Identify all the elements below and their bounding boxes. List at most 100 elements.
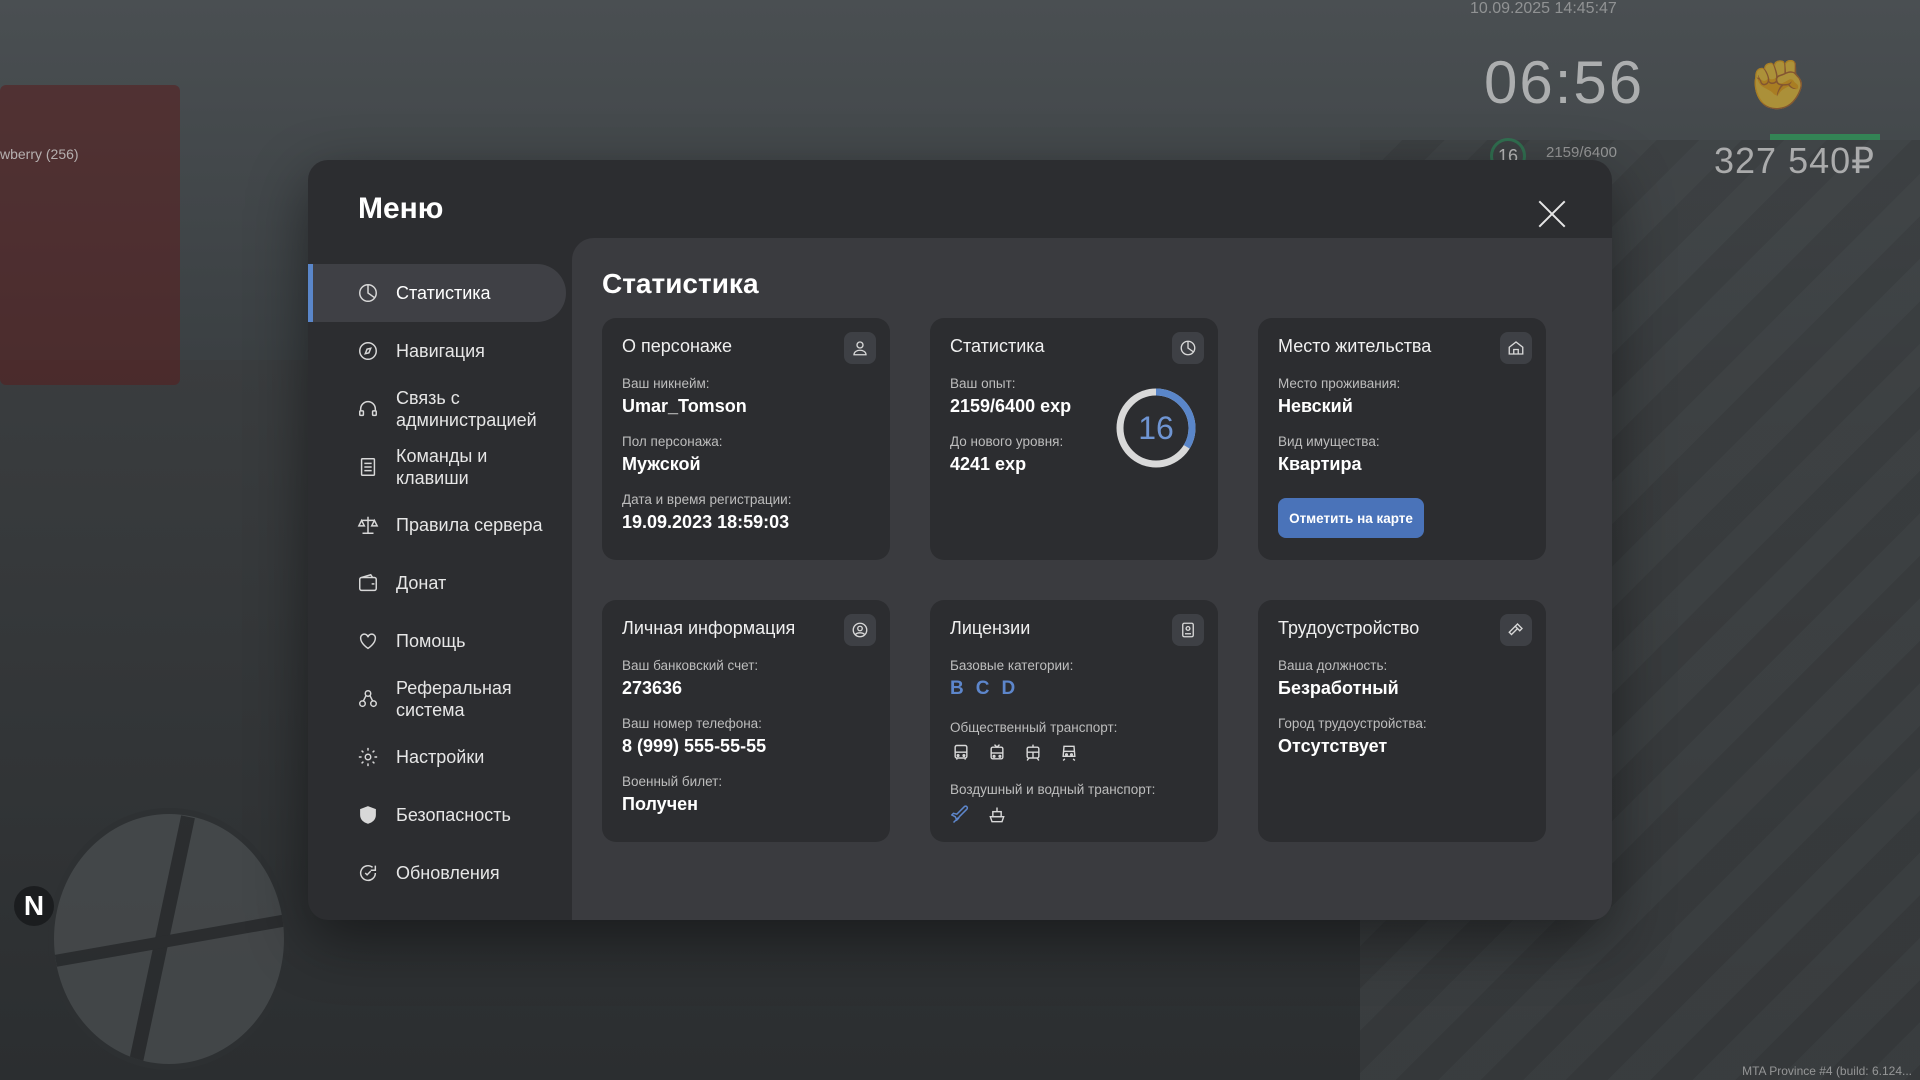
military-id-label: Военный билет: [622, 774, 723, 789]
card-title: Место жительства [1278, 336, 1432, 356]
boat-icon [986, 804, 1008, 826]
sidebar-item-label: Помощь [396, 631, 466, 651]
air-water-transport-icons [950, 804, 1008, 826]
document-list-icon [356, 455, 380, 479]
registration-label: Дата и время регистрации: [622, 492, 792, 507]
minimap-north-indicator: N [14, 886, 54, 926]
residence-card: Место жительства Место проживания: Невск… [1258, 318, 1546, 560]
id-badge-icon [1172, 614, 1204, 646]
train-icon [1058, 742, 1080, 764]
sidebar-item-label: Настройки [396, 747, 485, 767]
shield-icon [356, 803, 380, 827]
personal-info-card: Личная информация Ваш банковский счет: 2… [602, 600, 890, 842]
registration-value: 19.09.2023 18:59:03 [622, 512, 790, 532]
nickname-value: Umar_Tomson [622, 396, 747, 416]
job-position-value: Безработный [1278, 678, 1399, 698]
sidebar-item-admin-contact[interactable]: Связь с администрацией [308, 380, 566, 438]
plane-icon [950, 804, 972, 826]
sidebar-item-label: Навигация [396, 341, 485, 361]
job-city-label: Город трудоустройства: [1278, 716, 1427, 731]
pie-chart-icon [356, 281, 380, 305]
sidebar-item-label: Статистика [396, 283, 491, 303]
sidebar-item-label: Донат [396, 573, 447, 593]
sidebar-item-help[interactable]: Помощь [308, 612, 566, 670]
close-button[interactable] [1532, 194, 1572, 234]
category-b: B [950, 678, 964, 699]
character-card: О персонаже Ваш никнейм: Umar_Tomson Пол… [602, 318, 890, 560]
next-level-label: До нового уровня: [950, 434, 1064, 449]
content-panel: Статистика О персонаже Ваш никнейм: Umar… [572, 238, 1612, 920]
phone-label: Ваш номер телефона: [622, 716, 762, 731]
public-transport-icons [950, 742, 1080, 764]
hud-exp: 2159/6400 [1546, 144, 1617, 161]
base-categories-label: Базовые категории: [950, 658, 1074, 673]
card-title: О персонаже [622, 336, 732, 356]
sidebar-item-statistics[interactable]: Статистика [308, 264, 566, 322]
sidebar-item-navigation[interactable]: Навигация [308, 322, 566, 380]
sidebar: Статистика Навигация Связь с администрац… [308, 264, 566, 902]
military-id-value: Получен [622, 794, 699, 814]
property-type-label: Вид имущества: [1278, 434, 1380, 449]
property-type-value: Квартира [1278, 454, 1362, 474]
next-level-value: 4241 exp [950, 454, 1027, 474]
licenses-card: Лицензии Базовые категории: B C D Общест… [930, 600, 1218, 842]
user-circle-icon [844, 614, 876, 646]
level-number: 16 [1138, 409, 1174, 446]
sidebar-item-donate[interactable]: Донат [308, 554, 566, 612]
sidebar-item-label: Безопасность [396, 805, 511, 825]
bus-icon [950, 742, 972, 764]
exp-label: Ваш опыт: [950, 376, 1016, 391]
modal-title: Меню [358, 192, 444, 225]
card-title: Трудоустройство [1278, 618, 1420, 638]
gender-label: Пол персонажа: [622, 434, 723, 449]
compass-icon [356, 339, 380, 363]
sidebar-item-updates[interactable]: Обновления [308, 844, 566, 902]
sidebar-item-label: Связь с администрацией [396, 388, 537, 430]
hammer-icon [1500, 614, 1532, 646]
scales-icon [356, 513, 380, 537]
sidebar-item-label: Правила сервера [396, 515, 543, 535]
heart-hands-icon [356, 629, 380, 653]
card-title: Личная информация [622, 618, 796, 638]
home-icon [1500, 332, 1532, 364]
category-d: D [1001, 678, 1016, 699]
exp-value: 2159/6400 exp [950, 396, 1072, 416]
referral-network-icon [356, 687, 380, 711]
residence-place-label: Место проживания: [1278, 376, 1401, 391]
job-city-value: Отсутствует [1278, 736, 1388, 756]
headset-icon [356, 397, 380, 421]
public-transport-label: Общественный транспорт: [950, 720, 1118, 735]
game-background-truck [0, 85, 180, 385]
job-position-label: Ваша должность: [1278, 658, 1388, 673]
sidebar-item-commands[interactable]: Команды и клавиши [308, 438, 566, 496]
tram-icon [1022, 742, 1044, 764]
stats-card: Статистика Ваш опыт: 2159/6400 exp До но… [930, 318, 1218, 560]
sidebar-item-label: Команды и клавиши [396, 446, 488, 488]
sidebar-item-label: Реферальная система [396, 678, 512, 720]
pie-chart-icon [1172, 332, 1204, 364]
card-title: Лицензии [950, 618, 1031, 638]
sidebar-item-security[interactable]: Безопасность [308, 786, 566, 844]
sidebar-item-referral[interactable]: Реферальная система [308, 670, 566, 728]
minimap [48, 808, 290, 1070]
gear-icon [356, 745, 380, 769]
mark-on-map-button[interactable]: Отметить на карте [1278, 498, 1424, 538]
sidebar-item-rules[interactable]: Правила сервера [308, 496, 566, 554]
player-nametag: wberry (256) [0, 146, 79, 162]
hud-money: 327 540₽ [1714, 140, 1876, 181]
base-categories: B C D [950, 678, 1015, 700]
air-water-transport-label: Воздушный и водный транспорт: [950, 782, 1156, 797]
user-icon [844, 332, 876, 364]
sidebar-item-settings[interactable]: Настройки [308, 728, 566, 786]
residence-place-value: Невский [1278, 396, 1353, 416]
card-title: Статистика [950, 336, 1045, 356]
hud-clock: 06:56 [1484, 49, 1645, 116]
content-title: Статистика [602, 268, 759, 299]
category-c: C [975, 678, 990, 699]
phone-value: 8 (999) 555-55-55 [622, 736, 767, 756]
gender-value: Мужской [622, 454, 701, 474]
bank-account-value: 273636 [622, 678, 683, 698]
bank-account-label: Ваш банковский счет: [622, 658, 759, 673]
employment-card: Трудоустройство Ваша должность: Безработ… [1258, 600, 1546, 842]
sidebar-item-label: Обновления [396, 863, 500, 883]
